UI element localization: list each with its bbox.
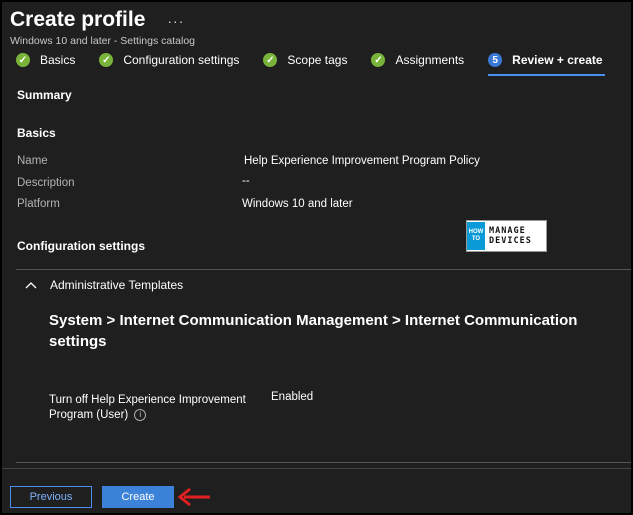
logo-line1: MANAGE xyxy=(489,226,526,236)
check-icon: ✓ xyxy=(16,53,30,67)
setting-category-heading: System > Internet Communication Manageme… xyxy=(49,312,578,350)
setting-name: Turn off Help Experience Improvement Pro… xyxy=(49,393,259,423)
page-title: Create profile xyxy=(10,8,146,31)
name-value: Help Experience Improvement Program Poli… xyxy=(244,155,480,167)
page-header: Create profile ··· Windows 10 and later … xyxy=(10,8,195,47)
description-value: -- xyxy=(242,175,250,187)
step-label: Assignments xyxy=(395,53,465,67)
annotation-arrow-icon xyxy=(177,487,210,507)
basics-heading: Basics xyxy=(17,126,56,140)
logo-small-top: HOW xyxy=(468,229,484,235)
watermark-logo: HOW TO MANAGE DEVICES xyxy=(466,220,547,252)
page-subtitle: Windows 10 and later - Settings catalog xyxy=(10,35,196,47)
group-label: Administrative Templates xyxy=(50,278,184,292)
create-button[interactable]: Create xyxy=(102,486,174,508)
step-assignments[interactable]: ✓ Assignments xyxy=(371,50,464,70)
step-label: Scope tags xyxy=(287,53,348,67)
step-review-create[interactable]: 5 Review + create xyxy=(488,50,605,76)
description-label: Description xyxy=(17,177,75,189)
divider xyxy=(16,269,631,270)
step-number-icon: 5 xyxy=(488,53,503,67)
check-icon: ✓ xyxy=(371,53,386,67)
divider xyxy=(16,462,631,463)
logo-mark: HOW TO xyxy=(467,222,485,250)
logo-text: MANAGE DEVICES xyxy=(489,226,532,246)
more-options-button[interactable]: ··· xyxy=(167,13,184,29)
platform-label: Platform xyxy=(17,198,60,210)
step-basics[interactable]: ✓ Basics xyxy=(16,50,75,70)
setting-value: Enabled xyxy=(271,391,314,403)
step-label: Review + create xyxy=(512,53,603,67)
footer-divider xyxy=(2,468,631,469)
step-configuration-settings[interactable]: ✓ Configuration settings xyxy=(99,50,239,70)
name-label: Name xyxy=(17,155,48,167)
configuration-settings-heading: Configuration settings xyxy=(17,239,145,253)
logo-small-bottom: TO xyxy=(471,236,481,242)
platform-value: Windows 10 and later xyxy=(242,198,353,210)
check-icon: ✓ xyxy=(263,53,278,67)
setting-name-text: Turn off Help Experience Improvement Pro… xyxy=(49,394,246,421)
step-scope-tags[interactable]: ✓ Scope tags xyxy=(263,50,347,70)
step-label: Basics xyxy=(40,53,76,67)
wizard-steps: ✓ Basics ✓ Configuration settings ✓ Scop… xyxy=(16,50,627,76)
check-icon: ✓ xyxy=(99,53,114,67)
chevron-up-icon[interactable] xyxy=(24,278,38,292)
previous-button[interactable]: Previous xyxy=(10,486,92,508)
logo-line2: DEVICES xyxy=(489,236,532,246)
administrative-templates-group[interactable]: Administrative Templates xyxy=(24,278,183,292)
info-icon[interactable]: i xyxy=(134,408,147,421)
step-label: Configuration settings xyxy=(123,53,240,67)
summary-heading: Summary xyxy=(17,88,72,102)
